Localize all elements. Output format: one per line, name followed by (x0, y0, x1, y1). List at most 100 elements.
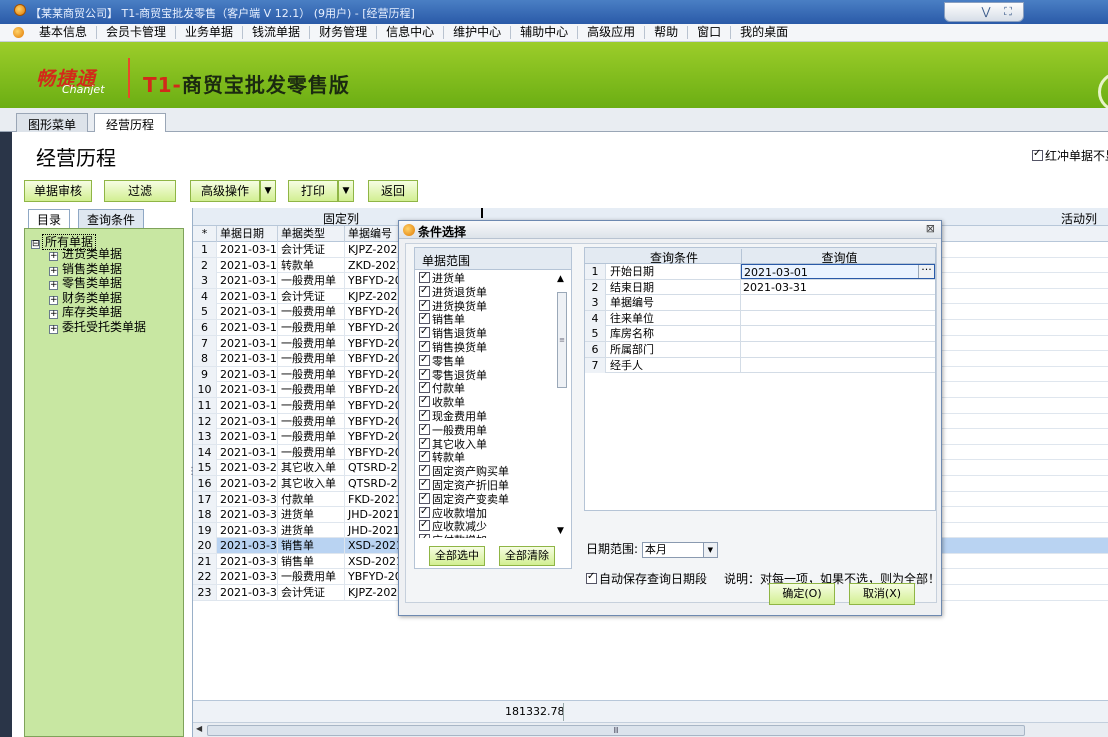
row-number[interactable]: 9 (193, 366, 217, 382)
row-number[interactable]: 16 (193, 475, 217, 491)
menu-item[interactable]: 辅助中心 (511, 26, 579, 39)
checkbox-checked[interactable] (419, 449, 430, 463)
expand-icon[interactable]: + (49, 266, 58, 276)
cell-date[interactable]: 2021-03-31 (217, 507, 278, 523)
menu-item[interactable]: 业务单据 (176, 26, 244, 39)
cell-date[interactable]: 2021-03-26 (217, 460, 278, 476)
row-number[interactable]: 12 (193, 413, 217, 429)
row-number[interactable]: 14 (193, 444, 217, 460)
scope-item[interactable]: 付款单 (419, 380, 553, 396)
condition-value-input[interactable] (741, 311, 935, 326)
cell-type[interactable]: 一般费用单 (278, 273, 345, 289)
cell-date[interactable]: 2021-03-31 (217, 522, 278, 538)
scope-item[interactable]: 应收款减少 (419, 518, 553, 534)
checkbox-checked[interactable] (419, 422, 430, 435)
cell-type[interactable]: 付款单 (278, 491, 345, 507)
checkbox-checked[interactable] (419, 532, 430, 538)
scope-item[interactable]: 销售换货单 (419, 339, 553, 355)
row-number[interactable]: 18 (193, 507, 217, 523)
collapse-icon[interactable]: ⊟ (31, 240, 40, 249)
back-button[interactable]: 返回 (368, 180, 418, 202)
cell-number[interactable]: YBFYD-202 (345, 382, 405, 398)
cell-type[interactable]: 进货单 (278, 507, 345, 523)
cell-type[interactable]: 一般费用单 (278, 319, 345, 335)
tree-node[interactable]: + 委托受托类单据 (49, 320, 146, 335)
scope-item[interactable]: 应收款增加 (419, 505, 553, 521)
cell-type[interactable]: 一般费用单 (278, 444, 345, 460)
cell-type[interactable]: 一般费用单 (278, 382, 345, 398)
close-icon[interactable]: ⊠ (926, 222, 935, 235)
checkbox-checked[interactable] (419, 298, 430, 311)
advanced-ops-dropdown[interactable]: ▼ (260, 180, 276, 202)
cell-number[interactable]: KJPZ-2021- (345, 242, 405, 257)
checkbox-checked[interactable] (419, 272, 430, 283)
menu-item[interactable]: 高级应用 (578, 26, 646, 39)
cell-type[interactable]: 一般费用单 (278, 413, 345, 429)
print-button[interactable]: 打印 (288, 180, 338, 202)
checkbox-checked[interactable] (419, 463, 430, 477)
scroll-thumb[interactable]: Ⅲ (207, 725, 1025, 736)
tree-node[interactable]: + 零售类单据 (49, 276, 146, 291)
cell-number[interactable]: XSD-2021-0 (345, 538, 405, 554)
scroll-left-icon[interactable]: ◀ (196, 724, 202, 733)
cell-number[interactable]: YBFYD-202 (345, 319, 405, 335)
ok-button[interactable]: 确定(O) (769, 583, 835, 605)
dialog-titlebar[interactable]: 条件选择 ⊠ (399, 221, 941, 239)
cell-number[interactable]: YBFYD-202 (345, 569, 405, 585)
checkbox-checked[interactable] (419, 408, 430, 421)
cell-type[interactable]: 一般费用单 (278, 351, 345, 367)
scope-item[interactable]: 现金费用单 (419, 408, 553, 424)
tree-node[interactable]: + 进货类单据 (49, 247, 146, 262)
menu-app-icon[interactable] (13, 27, 24, 38)
cell-number[interactable]: YBFYD-202 (345, 429, 405, 445)
expand-icon[interactable]: + (49, 295, 58, 305)
menu-item[interactable]: 窗口 (688, 26, 732, 39)
tree-node[interactable]: + 库存类单据 (49, 305, 146, 320)
condition-value-input[interactable] (741, 358, 935, 373)
fullscreen-icon[interactable]: ⛶ (997, 5, 1019, 19)
scope-item[interactable]: 固定资产折旧单 (419, 477, 553, 493)
cancel-button[interactable]: 取消(X) (849, 583, 915, 605)
cell-type[interactable]: 一般费用单 (278, 569, 345, 585)
row-number[interactable]: 22 (193, 569, 217, 585)
condition-row[interactable]: 6 所属部门 (585, 342, 935, 358)
checkbox-checked[interactable] (419, 394, 430, 408)
condition-row[interactable]: 1 开始日期 2021-03-01 ··· (585, 264, 935, 280)
cell-number[interactable]: JHD-2021-0 (345, 522, 405, 538)
scroll-down-icon[interactable]: ▼ (557, 526, 564, 536)
row-number[interactable]: 8 (193, 351, 217, 367)
row-number[interactable]: 4 (193, 288, 217, 304)
cell-type[interactable]: 销售单 (278, 538, 345, 554)
menu-item[interactable]: 财务管理 (310, 26, 378, 39)
cell-type[interactable]: 转款单 (278, 257, 345, 273)
cell-date[interactable]: 2021-03-16 (217, 288, 278, 304)
minimize-ribbon-icon[interactable]: ⋁ (975, 5, 997, 19)
filter-button[interactable]: 过滤 (104, 180, 176, 202)
row-number[interactable]: 11 (193, 397, 217, 413)
chevron-down-icon[interactable]: ▼ (702, 542, 717, 557)
checkbox-checked[interactable] (419, 367, 430, 380)
tree-node[interactable]: + 财务类单据 (49, 291, 146, 306)
condition-value-input[interactable] (741, 295, 935, 310)
scope-item[interactable]: 进货退货单 (419, 284, 553, 300)
cell-type[interactable]: 一般费用单 (278, 335, 345, 351)
cell-type[interactable]: 其它收入单 (278, 460, 345, 476)
cell-date[interactable]: 2021-03-16 (217, 335, 278, 351)
cell-date[interactable]: 2021-03-31 (217, 553, 278, 569)
condition-value-input[interactable] (741, 326, 935, 341)
expand-icon[interactable]: + (49, 310, 58, 320)
cell-number[interactable]: YBFYD-202 (345, 397, 405, 413)
checkbox-checked[interactable] (586, 571, 597, 584)
expand-icon[interactable]: + (49, 252, 58, 261)
checkbox-checked[interactable] (1032, 148, 1043, 161)
scope-item[interactable]: 应付款增加 (419, 532, 553, 538)
cell-date[interactable]: 2021-03-16 (217, 273, 278, 289)
audit-button[interactable]: 单据审核 (24, 180, 92, 202)
menu-item[interactable]: 维护中心 (444, 26, 512, 39)
cell-number[interactable]: KJPZ-2021- (345, 585, 405, 601)
scope-item[interactable]: 零售退货单 (419, 367, 553, 383)
scope-item[interactable]: 进货单 (419, 272, 553, 286)
row-number[interactable]: 3 (193, 273, 217, 289)
cell-number[interactable]: YBFYD-202 (345, 444, 405, 460)
cell-number[interactable]: YBFYD-202 (345, 335, 405, 351)
